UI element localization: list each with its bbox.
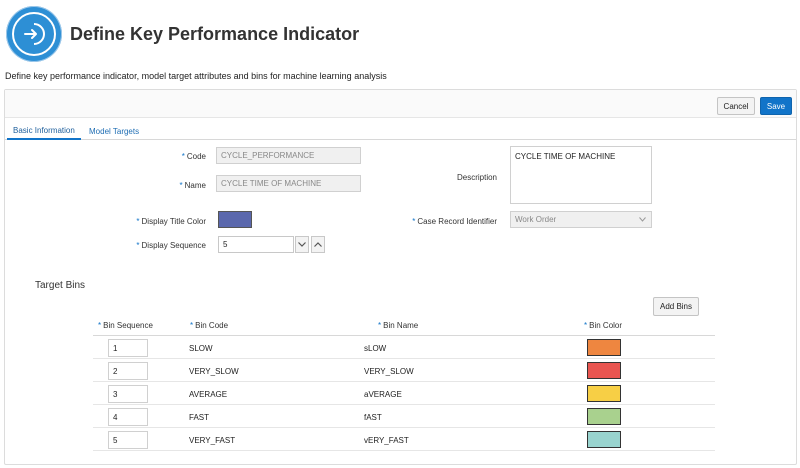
display-sequence-input[interactable]: 5: [218, 236, 294, 253]
bin-sequence-input[interactable]: 1: [108, 339, 148, 357]
bin-name-cell: sLOW: [364, 344, 387, 353]
bin-code-cell: SLOW: [189, 344, 213, 353]
chevron-up-icon: [314, 242, 322, 247]
page-header: Define Key Performance Indicator: [0, 0, 800, 68]
bin-code-cell: AVERAGE: [189, 390, 228, 399]
bin-name-cell: VERY_SLOW: [364, 367, 414, 376]
bin-sequence-input[interactable]: 5: [108, 431, 148, 449]
column-header-bin-color: * Bin Color: [584, 321, 623, 330]
bin-name-cell: vERY_FAST: [364, 436, 409, 445]
display-sequence-label: * Display Sequence: [136, 241, 206, 250]
case-record-identifier-select[interactable]: Work Order: [510, 211, 652, 228]
bin-color-swatch[interactable]: [587, 408, 621, 425]
bin-code-cell: VERY_SLOW: [189, 367, 239, 376]
bin-sequence-input[interactable]: 3: [108, 385, 148, 403]
description-label: Description: [456, 173, 497, 182]
code-field[interactable]: CYCLE_PERFORMANCE: [216, 147, 361, 164]
target-bins-title: Target Bins: [35, 280, 86, 291]
tab-model-targets[interactable]: Model Targets: [83, 122, 145, 140]
cancel-button[interactable]: Cancel: [717, 97, 755, 115]
name-label: * Name: [179, 181, 206, 190]
tab-bar: Basic Information Model Targets: [5, 118, 796, 140]
bin-code-cell: VERY_FAST: [189, 436, 236, 445]
display-title-color-label: * Display Title Color: [136, 217, 206, 226]
table-row: 1 SLOW sLOW: [93, 336, 715, 359]
table-row: 3 AVERAGE aVERAGE: [93, 382, 715, 405]
kpi-panel: Cancel Save Basic Information Model Targ…: [4, 89, 797, 465]
save-button[interactable]: Save: [760, 97, 792, 115]
table-row: 2 VERY_SLOW VERY_SLOW: [93, 359, 715, 382]
description-field[interactable]: CYCLE TIME OF MACHINE: [510, 146, 652, 204]
bin-color-swatch[interactable]: [587, 339, 621, 356]
bin-sequence-input[interactable]: 2: [108, 362, 148, 380]
bin-sequence-input[interactable]: 4: [108, 408, 148, 426]
bin-code-cell: FAST: [189, 413, 210, 422]
table-row: 4 FAST fAST: [93, 405, 715, 428]
column-header-bin-name: * Bin Name: [378, 321, 419, 330]
code-label: * Code: [181, 152, 206, 161]
tab-basic-information[interactable]: Basic Information: [7, 122, 81, 140]
bin-name-cell: aVERAGE: [364, 390, 402, 399]
increment-button[interactable]: [311, 236, 325, 253]
arrow-into-circle-icon: [12, 12, 56, 56]
chevron-down-icon: [639, 217, 646, 222]
name-field[interactable]: CYCLE TIME OF MACHINE: [216, 175, 361, 192]
display-title-color-swatch[interactable]: [218, 211, 252, 228]
app-logo: [6, 6, 62, 62]
chevron-down-icon: [298, 242, 306, 247]
bin-name-cell: fAST: [364, 413, 382, 422]
action-bar: Cancel Save: [5, 90, 796, 118]
bin-color-swatch[interactable]: [587, 385, 621, 402]
case-record-identifier-label: * Case Record Identifier: [412, 217, 497, 226]
decrement-button[interactable]: [295, 236, 309, 253]
add-bins-button[interactable]: Add Bins: [653, 297, 699, 316]
column-header-bin-code: * Bin Code: [190, 321, 229, 330]
table-row: 5 VERY_FAST vERY_FAST: [93, 428, 715, 451]
bin-color-swatch[interactable]: [587, 431, 621, 448]
page-title: Define Key Performance Indicator: [70, 24, 360, 44]
page-description: Define key performance indicator, model …: [5, 71, 387, 81]
bin-color-swatch[interactable]: [587, 362, 621, 379]
column-header-bin-sequence: * Bin Sequence: [98, 321, 153, 330]
